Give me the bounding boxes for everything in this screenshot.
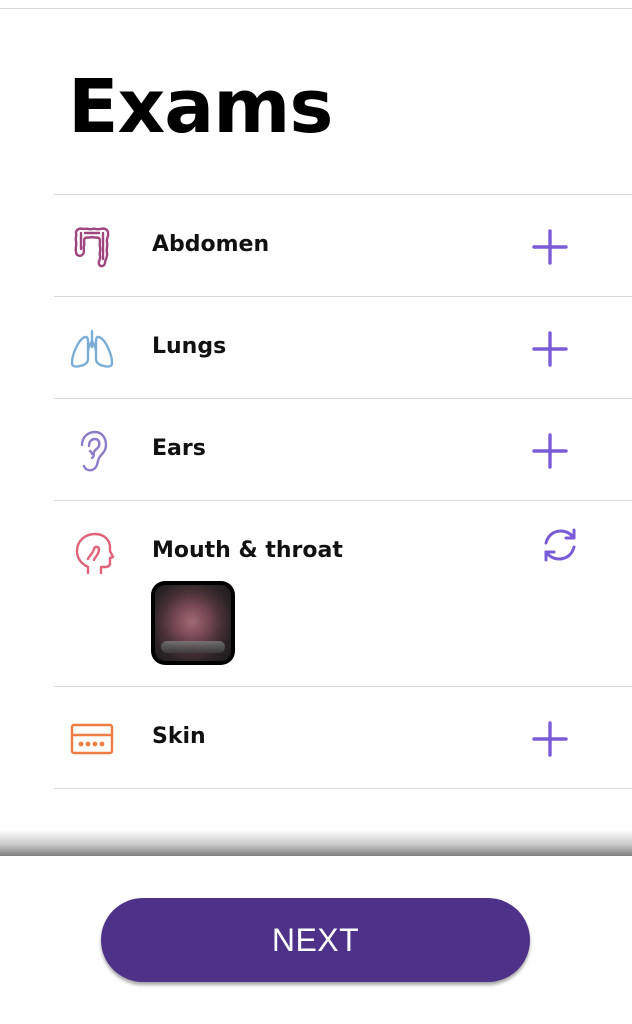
exam-label: Abdomen [152, 232, 270, 257]
add-icon[interactable] [528, 327, 572, 371]
exam-row-lungs[interactable]: Lungs [54, 296, 632, 398]
footer-shadow [0, 830, 632, 856]
exam-row-ears[interactable]: Ears [54, 398, 632, 500]
add-icon[interactable] [528, 429, 572, 473]
next-button[interactable]: NEXT [101, 898, 530, 982]
add-icon[interactable] [528, 717, 572, 761]
exam-row-abdomen[interactable]: Abdomen [54, 194, 632, 296]
exam-label: Mouth & throat [152, 538, 343, 563]
exam-row-skin[interactable]: Skin [54, 686, 632, 788]
list-divider [54, 788, 632, 789]
exam-label: Ears [152, 436, 206, 461]
top-divider [0, 8, 632, 9]
add-icon[interactable] [528, 225, 572, 269]
head-icon [68, 529, 116, 577]
skin-icon [68, 715, 116, 763]
exam-list: Abdomen Lungs Ears Mouth & throat Skin [54, 194, 632, 789]
exam-label: Lungs [152, 334, 227, 359]
exam-row-mouth-throat[interactable]: Mouth & throat [54, 500, 632, 686]
exam-label: Skin [152, 724, 206, 749]
lungs-icon [68, 325, 116, 373]
throat-photo-thumbnail[interactable] [151, 581, 235, 665]
throat-photo-image [155, 585, 231, 661]
ear-icon [68, 427, 116, 475]
retake-icon[interactable] [538, 523, 582, 567]
page-title: Exams [68, 64, 333, 150]
intestine-icon [68, 223, 116, 271]
